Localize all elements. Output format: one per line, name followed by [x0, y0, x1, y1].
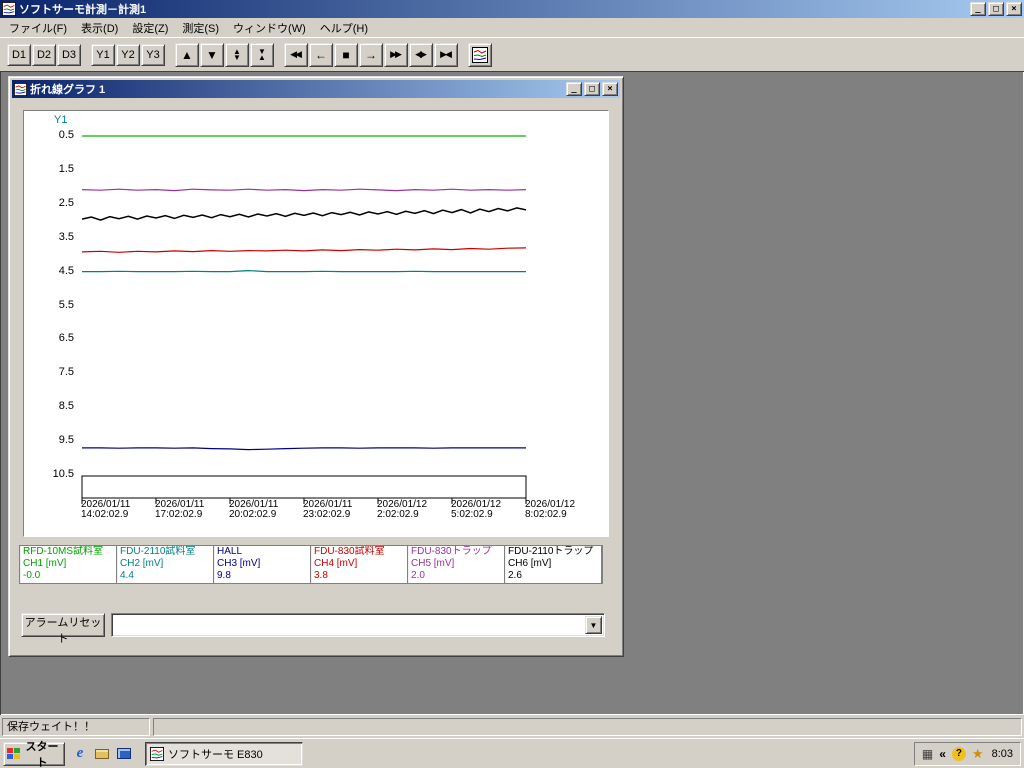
help-icon[interactable]: ?: [951, 746, 966, 761]
legend-device-name: FDU-2110試料室: [120, 546, 196, 557]
fast-rewind-icon[interactable]: ◀◀: [284, 42, 308, 67]
screen: ソフトサーモ計測－計測1 _ □ × ファイル(F) 表示(D) 設定(Z) 測定(S…: [0, 0, 1024, 768]
app-maximize-button[interactable]: □: [988, 2, 1004, 16]
app-minimize-button[interactable]: _: [970, 2, 986, 16]
mdi-area: 折れ線グラフ 1 _ □ × Y1 0.5 1.5 2.5 3.5 4.5 5.5 6.5 7…: [0, 71, 1024, 715]
quick-launch: e: [71, 745, 133, 763]
task-button-softthermo[interactable]: ソフトサーモ E830: [145, 741, 303, 766]
status-text: 保存ウェイト！！: [7, 720, 95, 733]
graph-window-titlebar[interactable]: 折れ線グラフ 1 _ □ ×: [12, 80, 620, 98]
step-left-icon[interactable]: ←: [309, 42, 333, 67]
graph-window-title: 折れ線グラフ 1: [30, 84, 106, 96]
legend-channel-value: 3.8: [314, 570, 328, 581]
legend-channel-value: 2.0: [411, 570, 425, 581]
keyboard-icon[interactable]: ▦: [922, 748, 933, 760]
app-titlebar[interactable]: ソフトサーモ計測－計測1 _ □ ×: [0, 0, 1024, 18]
scroll-up-down-icon[interactable]: ▲ ▼: [225, 42, 249, 67]
legend-device-name: HALL: [217, 546, 243, 557]
legend-channel-label: CH1 [mV]: [23, 558, 67, 569]
legend-channel-value: 4.4: [120, 570, 134, 581]
y-axis-label: Y1: [54, 114, 68, 126]
start-button[interactable]: スタート: [3, 741, 65, 768]
shrink-range-icon[interactable]: ▶◀: [434, 42, 458, 67]
task-icon: [150, 746, 164, 761]
stop-icon[interactable]: ■: [334, 42, 358, 67]
scroll-down-icon[interactable]: ▼: [200, 42, 224, 67]
tray-clock[interactable]: 8:03: [992, 748, 1013, 760]
d3-button[interactable]: D3: [57, 43, 81, 66]
legend-channel-label: CH6 [mV]: [508, 558, 552, 569]
status-panel: 保存ウェイト！！: [2, 717, 150, 736]
status-bar: 保存ウェイト！！: [0, 715, 1024, 738]
step-right-icon[interactable]: →: [359, 42, 383, 67]
graph-window: 折れ線グラフ 1 _ □ × Y1 0.5 1.5 2.5 3.5 4.5 5.5 6.5 7…: [8, 76, 624, 657]
legend-channel-label: CH5 [mV]: [411, 558, 455, 569]
legend-device-name: FDU-830トラップ: [411, 546, 492, 557]
menu-bar: ファイル(F) 表示(D) 設定(Z) 測定(S) ウィンドウ(W) ヘルプ(H): [0, 18, 1024, 37]
windows-logo-icon: [7, 748, 20, 759]
quick-launch-ie-icon[interactable]: e: [71, 745, 89, 763]
star-icon[interactable]: ★: [972, 746, 984, 762]
legend-cell-ch5: FDU-830トラップ CH5 [mV] 2.0: [408, 546, 505, 583]
status-panel-secondary: [153, 717, 1022, 736]
legend-device-name: FDU-2110トラップ: [508, 546, 594, 557]
legend-channel-value: 2.6: [508, 570, 522, 581]
y2-button[interactable]: Y2: [116, 43, 140, 66]
legend-cell-ch1: RFD-10MS試料室 CH1 [mV] -0.0: [20, 546, 117, 583]
legend-table: RFD-10MS試料室 CH1 [mV] -0.0 FDU-2110試料室 CH2 [m…: [19, 545, 603, 584]
combo-dropdown-button[interactable]: ▼: [585, 616, 602, 634]
menu-item-1[interactable]: ファイル(F): [2, 18, 74, 38]
legend-channel-label: CH2 [mV]: [120, 558, 164, 569]
menu-item-3[interactable]: 設定(Z): [125, 18, 175, 38]
graph-window-content: Y1 0.5 1.5 2.5 3.5 4.5 5.5 6.5 7.5 8.5 9.5 10.5 20…: [12, 98, 620, 653]
graph-minimize-button[interactable]: _: [566, 82, 582, 96]
system-tray: ▦ « ? ★ 8:03: [913, 741, 1021, 766]
menu-item-6[interactable]: ヘルプ(H): [313, 18, 375, 38]
graph-maximize-button[interactable]: □: [584, 82, 600, 96]
legend-device-name: RFD-10MS試料室: [23, 546, 104, 557]
app-title: ソフトサーモ計測－計測1: [19, 4, 147, 16]
legend-channel-label: CH3 [mV]: [217, 558, 261, 569]
app-close-button[interactable]: ×: [1006, 2, 1022, 16]
chart-panel: Y1 0.5 1.5 2.5 3.5 4.5 5.5 6.5 7.5 8.5 9.5 10.5 20…: [23, 110, 609, 537]
graph-button[interactable]: [468, 42, 492, 67]
legend-channel-value: 9.8: [217, 570, 231, 581]
d1-button[interactable]: D1: [7, 43, 31, 66]
legend-channel-label: CH4 [mV]: [314, 558, 358, 569]
y1-button[interactable]: Y1: [91, 43, 115, 66]
menu-item-2[interactable]: 表示(D): [74, 18, 125, 38]
toolbar: D1 D2 D3 Y1 Y2 Y3 ▲ ▼ ▲ ▼ ▼ ▲ ◀◀ ← ■ → ▶▶ ◀▶ ▶◀: [0, 37, 1024, 71]
start-label: スタート: [25, 740, 59, 768]
menu-item-5[interactable]: ウィンドウ(W): [226, 18, 313, 38]
taskbar: スタート e ソフトサーモ E830 ▦ « ? ★ 8:03: [0, 738, 1024, 768]
task-label: ソフトサーモ E830: [168, 748, 263, 761]
legend-cell-ch4: FDU-830試料室 CH4 [mV] 3.8: [311, 546, 408, 583]
fast-forward-icon[interactable]: ▶▶: [384, 42, 408, 67]
d2-button[interactable]: D2: [32, 43, 56, 66]
alarm-combobox[interactable]: ▼: [111, 613, 605, 637]
graph-close-button[interactable]: ×: [602, 82, 618, 96]
legend-device-name: FDU-830試料室: [314, 546, 385, 557]
chart-svg: [81, 135, 527, 504]
combo-value: [116, 618, 580, 632]
hourglass-icon[interactable]: ▼ ▲: [250, 42, 274, 67]
legend-cell-ch3: HALL CH3 [mV] 9.8: [214, 546, 311, 583]
y3-button[interactable]: Y3: [141, 43, 165, 66]
legend-cell-ch2: FDU-2110試料室 CH2 [mV] 4.4: [117, 546, 214, 583]
expand-range-icon[interactable]: ◀▶: [409, 42, 433, 67]
legend-cell-ch6: FDU-2110トラップ CH6 [mV] 2.6: [505, 546, 602, 583]
quick-launch-mail-icon[interactable]: [93, 745, 111, 763]
app-icon: [2, 2, 16, 16]
alarm-reset-button[interactable]: アラームリセット: [21, 613, 105, 645]
legend-channel-value: -0.0: [23, 570, 41, 581]
graph-window-icon: [14, 82, 27, 96]
menu-item-4[interactable]: 測定(S): [175, 18, 226, 38]
tray-chevron-icon[interactable]: «: [939, 748, 946, 760]
scroll-up-icon[interactable]: ▲: [175, 42, 199, 67]
chevron-down-icon: ▼: [589, 620, 598, 630]
quick-launch-desktop-icon[interactable]: [115, 745, 133, 763]
